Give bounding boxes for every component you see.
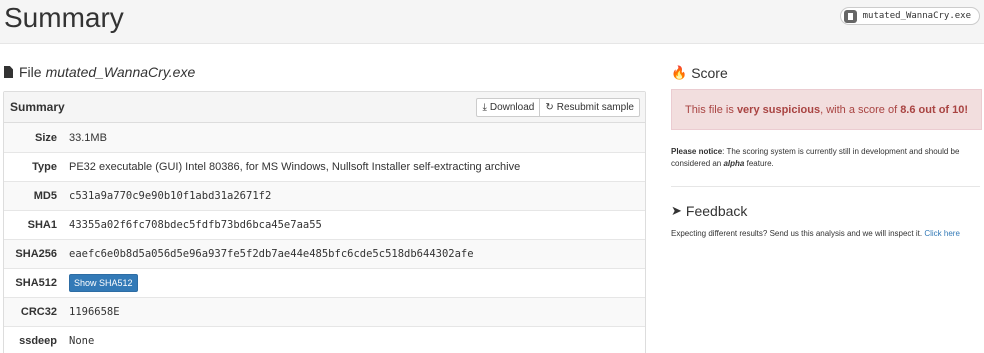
score-alert-text: This file is very suspicious, with a sco… bbox=[685, 104, 968, 116]
score-notice: Please notice: The scoring system is cur… bbox=[671, 146, 984, 170]
summary-panel-header: Summary ⤓ Download ↻ Resubmit sample bbox=[4, 92, 645, 123]
notice-emph: alpha bbox=[723, 159, 745, 168]
row-key-ssdeep: ssdeep bbox=[19, 335, 57, 347]
send-icon: ➤ bbox=[671, 203, 682, 218]
notice-text-end: feature. bbox=[744, 159, 774, 168]
download-button-label: Download bbox=[489, 102, 535, 113]
row-value-sha1: 43355a02f6fc708bdec5fdfb73bd6bca45e7aa55 bbox=[69, 219, 322, 231]
row-key-sha256: SHA256 bbox=[15, 248, 57, 260]
table-row: Size 33.1MB bbox=[4, 123, 645, 152]
resubmit-sample-button[interactable]: ↻ Resubmit sample bbox=[540, 98, 640, 117]
row-key-size: Size bbox=[34, 131, 57, 144]
row-value-type: PE32 executable (GUI) Intel 80386, for M… bbox=[69, 161, 521, 173]
score-alert-prefix: This file is bbox=[684, 103, 737, 116]
table-row: CRC32 1196658E bbox=[4, 297, 645, 326]
file-name-badge-label: mutated_WannaCry.exe bbox=[862, 11, 971, 21]
score-alert-verdict: very suspicious bbox=[736, 103, 821, 116]
score-heading: 🔥 Score bbox=[671, 65, 728, 81]
summary-panel: Summary ⤓ Download ↻ Resubmit sample Siz… bbox=[3, 91, 646, 353]
file-heading-label: File bbox=[19, 64, 42, 80]
row-value-crc32: 1196658E bbox=[69, 306, 120, 318]
notice-label: Please notice bbox=[671, 147, 723, 156]
row-key-sha1: SHA1 bbox=[27, 219, 57, 231]
score-alert: This file is very suspicious, with a sco… bbox=[671, 89, 982, 130]
summary-table: Size 33.1MB Type PE32 executable (GUI) I… bbox=[4, 123, 645, 353]
row-value-md5: c531a9a770c9e90b10f1abd31a2671f2 bbox=[69, 190, 272, 202]
feedback-heading: ➤ Feedback bbox=[671, 203, 747, 219]
row-value-sha512: Show SHA512 bbox=[69, 274, 138, 292]
panel-actions: ⤓ Download ↻ Resubmit sample bbox=[476, 98, 640, 117]
file-icon bbox=[843, 9, 857, 23]
file-heading-filename: mutated_WannaCry.exe bbox=[45, 64, 196, 80]
feedback-heading-label: Feedback bbox=[685, 203, 748, 219]
fire-icon: 🔥 bbox=[671, 65, 688, 80]
row-key-md5: MD5 bbox=[33, 190, 57, 202]
refresh-icon: ↻ bbox=[545, 102, 554, 113]
table-row: ssdeep None bbox=[4, 326, 645, 353]
row-key-type: Type bbox=[32, 161, 57, 173]
divider bbox=[671, 186, 980, 187]
score-alert-score: 8.6 out of 10! bbox=[900, 103, 969, 116]
page-title: Summary bbox=[4, 2, 124, 33]
file-icon bbox=[4, 66, 13, 78]
show-sha512-button[interactable]: Show SHA512 bbox=[69, 274, 138, 292]
download-button[interactable]: ⤓ Download bbox=[476, 98, 541, 117]
table-row: SHA1 43355a02f6fc708bdec5fdfb73bd6bca45e… bbox=[4, 210, 645, 239]
feedback-text-body: Expecting different results? Send us thi… bbox=[671, 229, 925, 238]
table-row: SHA512 Show SHA512 bbox=[4, 268, 645, 297]
score-heading-label: Score bbox=[691, 65, 728, 81]
row-key-crc32: CRC32 bbox=[20, 306, 57, 318]
row-value-ssdeep: None bbox=[69, 335, 95, 347]
table-row: MD5 c531a9a770c9e90b10f1abd31a2671f2 bbox=[4, 181, 645, 210]
row-key-sha512: SHA512 bbox=[15, 277, 57, 289]
feedback-text: Expecting different results? Send us thi… bbox=[671, 229, 960, 238]
page-header: Summary mutated_WannaCry.exe bbox=[0, 0, 984, 44]
row-value-sha256: eaefc6e0b8d5a056d5e96a937fe5f2db7ae44e48… bbox=[69, 248, 474, 260]
table-row: SHA256 eaefc6e0b8d5a056d5e96a937fe5f2db7… bbox=[4, 239, 645, 268]
feedback-link[interactable]: Click here bbox=[924, 229, 960, 238]
table-row: Type PE32 executable (GUI) Intel 80386, … bbox=[4, 152, 645, 181]
summary-panel-title: Summary bbox=[10, 100, 65, 114]
resubmit-sample-button-label: Resubmit sample bbox=[556, 102, 634, 113]
download-icon: ⤓ bbox=[482, 102, 487, 113]
file-name-badge[interactable]: mutated_WannaCry.exe bbox=[839, 7, 980, 25]
row-value-size: 33.1MB bbox=[69, 131, 107, 144]
file-heading: File mutated_WannaCry.exe bbox=[4, 64, 195, 80]
score-alert-mid: , with a score of bbox=[820, 103, 901, 116]
